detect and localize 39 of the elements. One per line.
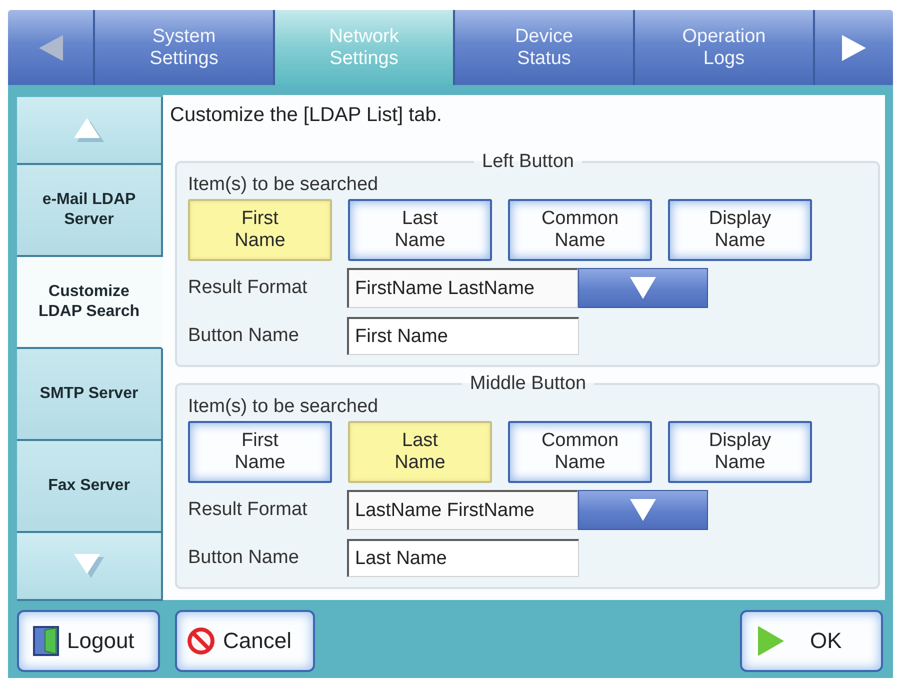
search-item-button[interactable]: First Name [188, 421, 332, 483]
dropdown-button[interactable] [578, 490, 708, 530]
items-label: Item(s) to be searched [188, 396, 378, 418]
down-arrow-icon [74, 554, 104, 578]
caret-icon [630, 277, 656, 299]
sidebar-item[interactable]: Fax Server [17, 441, 163, 533]
search-item-button[interactable]: First Name [188, 199, 332, 261]
button-name-label: Button Name [188, 547, 299, 569]
instruction-text: Customize the [LDAP List] tab. [170, 103, 443, 128]
search-item-button[interactable]: Last Name [348, 421, 492, 483]
group-title: Middle Button [468, 373, 588, 395]
result-format-field[interactable]: FirstName LastName [347, 268, 578, 308]
search-item-button[interactable]: Common Name [508, 199, 652, 261]
sidebar-item[interactable]: Customize LDAP Search [17, 257, 163, 349]
result-format-label: Result Format [188, 499, 308, 521]
button-name-field[interactable]: Last Name [347, 539, 579, 577]
search-item-button[interactable]: Common Name [508, 421, 652, 483]
ok-button[interactable]: OK [740, 610, 883, 672]
button-name-label: Button Name [188, 325, 299, 347]
cancel-button[interactable]: Cancel [175, 610, 315, 672]
door-icon [33, 626, 59, 656]
sidebar-item[interactable]: e-Mail LDAP Server [17, 165, 163, 257]
prohibition-icon [187, 627, 215, 655]
logout-button[interactable]: Logout [17, 610, 160, 672]
button-name-field[interactable]: First Name [347, 317, 579, 355]
scroll-down-button[interactable] [17, 533, 163, 601]
search-item-button[interactable]: Display Name [668, 199, 812, 261]
sidebar-item[interactable]: SMTP Server [17, 349, 163, 441]
search-item-button[interactable]: Display Name [668, 421, 812, 483]
play-icon [758, 626, 784, 656]
group-title: Left Button [481, 151, 575, 173]
scroll-up-button[interactable] [17, 97, 163, 165]
dropdown-button[interactable] [578, 268, 708, 308]
result-format-field[interactable]: LastName FirstName [347, 490, 578, 530]
result-format-label: Result Format [188, 277, 308, 299]
items-label: Item(s) to be searched [188, 174, 378, 196]
search-item-button[interactable]: Last Name [348, 199, 492, 261]
caret-icon [630, 499, 656, 521]
up-arrow-icon [74, 118, 104, 142]
